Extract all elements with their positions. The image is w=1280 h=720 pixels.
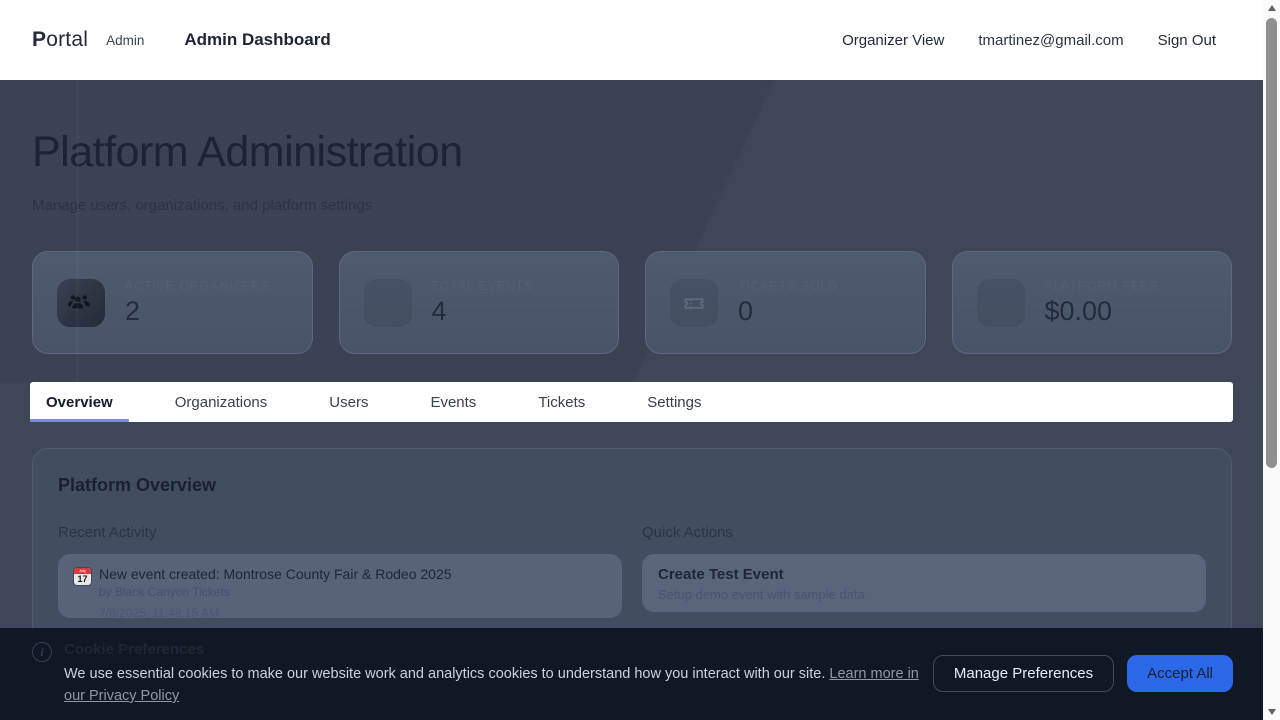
stat-label: TICKETS SOLD (738, 279, 838, 293)
quick-action-description: Setup demo event with sample data (658, 587, 1190, 602)
calendar-day: 17 (74, 574, 91, 585)
stat-label: TOTAL EVENTS (432, 279, 534, 293)
cookie-consent-banner: i Cookie Preferences We use essential co… (0, 628, 1263, 720)
cookie-message: We use essential cookies to make our web… (64, 663, 922, 707)
quick-actions-heading: Quick Actions (642, 524, 1206, 541)
top-navbar: Portal Admin Admin Dashboard Organizer V… (0, 0, 1263, 80)
users-group-icon (57, 279, 105, 327)
scroll-down-arrow[interactable] (1263, 704, 1280, 720)
stat-card-total-events: TOTAL EVENTS 4 (339, 251, 620, 354)
stat-texts: TICKETS SOLD 0 (738, 279, 838, 327)
stat-texts: PLATFORM FEES $0.00 (1045, 279, 1159, 327)
organizer-view-link[interactable]: Organizer View (842, 32, 944, 49)
quick-actions-column: Quick Actions Create Test Event Setup de… (642, 524, 1206, 618)
stat-card-tickets-sold: TICKETS SOLD 0 (645, 251, 926, 354)
admin-badge: Admin (106, 33, 144, 48)
panel-title: Platform Overview (58, 475, 1206, 496)
page-title: Admin Dashboard (184, 30, 330, 50)
activity-title: New event created: Montrose County Fair … (99, 566, 452, 582)
stat-label: PLATFORM FEES (1045, 279, 1159, 293)
logo-initial: P (32, 28, 46, 51)
hero-title: Platform Administration (32, 128, 1232, 177)
user-email: tmartinez@gmail.com (978, 32, 1123, 49)
cookie-texts: Cookie Preferences We use essential cook… (64, 641, 922, 707)
hero-section: Platform Administration Manage users, or… (0, 80, 1263, 382)
tab-users[interactable]: Users (313, 382, 384, 422)
stat-value: 4 (432, 296, 534, 327)
tab-events[interactable]: Events (414, 382, 492, 422)
activity-timestamp: 7/8/2025, 11:48:15 AM (99, 606, 452, 618)
activity-list-item: July 17 New event created: Montrose Coun… (58, 554, 622, 618)
tab-overview[interactable]: Overview (30, 382, 129, 422)
create-test-event-card[interactable]: Create Test Event Setup demo event with … (642, 554, 1206, 612)
vertical-scrollbar[interactable] (1263, 0, 1280, 720)
cookie-banner-heading: Cookie Preferences (64, 641, 922, 658)
app-window: Portal Admin Admin Dashboard Organizer V… (0, 0, 1263, 720)
cookie-actions: Manage Preferences Accept All (933, 655, 1233, 692)
ticket-icon (670, 279, 718, 327)
stat-texts: TOTAL EVENTS 4 (432, 279, 534, 327)
scroll-up-arrow[interactable] (1263, 0, 1280, 16)
quick-action-title: Create Test Event (658, 566, 1190, 583)
stat-card-active-organizers: ACTIVE ORGANIZERS 2 (32, 251, 313, 354)
stat-value: $0.00 (1045, 296, 1159, 327)
scrollbar-thumb[interactable] (1266, 18, 1277, 468)
hero-subtitle: Manage users, organizations, and platfor… (32, 197, 1232, 214)
overview-columns: Recent Activity July 17 New event create… (58, 524, 1206, 618)
portal-logo[interactable]: Portal (32, 28, 88, 52)
blank-icon (977, 279, 1025, 327)
stat-label: ACTIVE ORGANIZERS (125, 279, 270, 293)
navbar-actions: Organizer View tmartinez@gmail.com Sign … (842, 32, 1216, 49)
activity-texts: New event created: Montrose County Fair … (99, 566, 452, 618)
logo-rest: ortal (46, 28, 88, 51)
sign-out-button[interactable]: Sign Out (1158, 32, 1216, 49)
accept-all-button[interactable]: Accept All (1127, 655, 1233, 692)
cookie-message-text: We use essential cookies to make our web… (64, 666, 825, 682)
tab-tickets[interactable]: Tickets (522, 382, 601, 422)
blank-icon (364, 279, 412, 327)
hero-decor-line (76, 80, 79, 382)
stat-value: 0 (738, 296, 838, 327)
recent-activity-heading: Recent Activity (58, 524, 622, 541)
stats-row: ACTIVE ORGANIZERS 2 TOTAL EVENTS 4 (32, 251, 1232, 354)
stat-card-platform-fees: PLATFORM FEES $0.00 (952, 251, 1233, 354)
info-icon: i (32, 642, 52, 662)
tab-organizations[interactable]: Organizations (159, 382, 284, 422)
activity-byline: by Black Canyon Tickets (99, 585, 452, 599)
admin-tabbar: Overview Organizations Users Events Tick… (30, 382, 1233, 422)
stat-value: 2 (125, 296, 270, 327)
manage-preferences-button[interactable]: Manage Preferences (933, 655, 1114, 692)
tab-settings[interactable]: Settings (631, 382, 717, 422)
stat-texts: ACTIVE ORGANIZERS 2 (125, 279, 270, 327)
recent-activity-column: Recent Activity July 17 New event create… (58, 524, 622, 618)
calendar-icon: July 17 (74, 568, 91, 585)
